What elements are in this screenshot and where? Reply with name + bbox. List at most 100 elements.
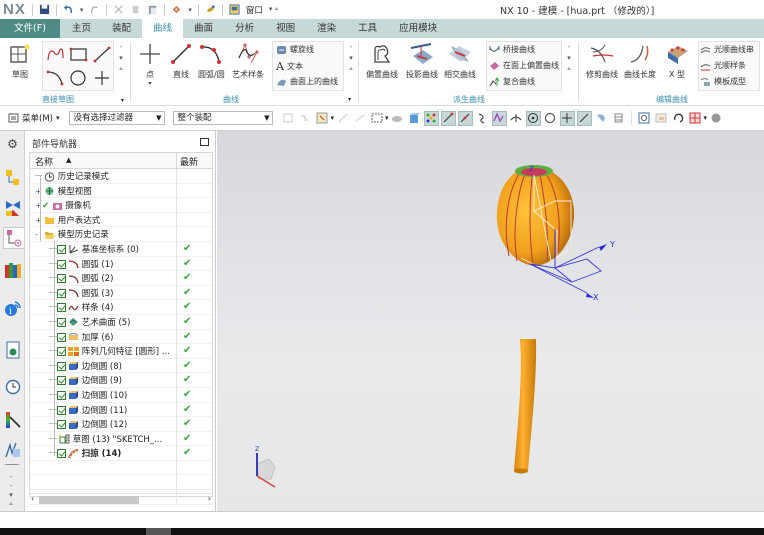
feature-checkbox[interactable] [57,405,66,415]
feature-checkbox[interactable] [57,259,66,269]
tree-row[interactable]: 扫掠 (14) ✔ [30,446,212,461]
tree-row[interactable]: 样条 (4) ✔ [30,300,212,315]
zoom-window-icon[interactable] [654,111,669,126]
undo-dropdown-icon[interactable]: ▾ [80,6,84,14]
dropdown-icon[interactable]: ▾ [330,114,334,122]
tree-row[interactable]: 圆弧 (1) ✔ [30,256,212,272]
sort-ascending-icon[interactable]: ▲ [66,156,71,164]
feature-checkbox[interactable] [57,317,66,327]
scroll-right-icon[interactable]: › [208,494,211,503]
tree-row[interactable]: 历史记录模式 [30,169,212,184]
line-small-icon[interactable] [93,46,111,63]
snap-circle-center-icon[interactable] [525,110,541,126]
tab-render[interactable]: 渲染 [306,19,347,38]
snap-midpoint-icon[interactable] [457,110,473,126]
tab-tools[interactable]: 工具 [347,19,388,38]
snap-endpoint-icon[interactable] [440,110,456,126]
window-dropdown-icon[interactable]: ▾ ⩡ [269,5,279,14]
tree-row[interactable]: 边倒圆 (8) ✔ [30,358,212,374]
copy-icon[interactable] [130,4,141,15]
general-selection-icon[interactable] [280,111,295,126]
dropdown-icon[interactable]: ▾ [188,6,192,14]
resource-bar-scroll[interactable]: - - ▾ ⩡ [9,473,13,509]
profile-icon[interactable] [47,48,64,61]
feature-checkbox[interactable] [57,420,66,430]
snap-quadrant-icon[interactable] [543,111,558,126]
feature-checkbox[interactable] [57,390,66,400]
render-style-icon[interactable] [708,111,723,126]
smooth-spline-button[interactable]: 光顺样条 [700,60,746,71]
resource-system-materials[interactable] [2,409,23,431]
feature-selection-icon[interactable] [297,111,312,126]
snap-intersection-icon[interactable] [491,110,507,126]
tab-file[interactable]: 文件(F) [0,19,60,38]
sketch-button[interactable]: 草图 [8,42,32,80]
text-button[interactable]: A 文本 [276,60,303,73]
template-shape-button[interactable]: 模板成型 [700,76,746,87]
redo-icon[interactable] [89,4,100,15]
tab-view[interactable]: 视图 [265,19,306,38]
resource-process-studio[interactable] [2,439,23,461]
repeat-command-icon[interactable] [205,4,216,15]
feature-checkbox[interactable] [57,449,66,459]
arc-circle-button[interactable]: 圆弧/圆 [198,42,225,80]
rectangle-icon[interactable] [69,47,88,62]
dropdown-icon[interactable]: ▾ [704,114,708,122]
feature-checkbox[interactable] [57,376,66,386]
touch-mode-icon[interactable] [171,4,182,15]
feature-checkbox[interactable] [57,347,66,357]
taskbar-item[interactable] [146,528,171,535]
tab-surface[interactable]: 曲面 [183,19,224,38]
select-body-icon[interactable] [352,111,367,126]
point-small-icon[interactable] [95,71,109,85]
feature-checkbox[interactable] [57,332,66,342]
resource-hd3d-tools[interactable]: i [2,297,23,319]
tree-row[interactable]: 加厚 (6) ✔ [30,329,212,345]
helix-button[interactable]: 螺旋线 [276,44,314,55]
scrollbar-thumb[interactable] [39,496,139,504]
tree-row[interactable]: + 模型视图 [30,183,212,199]
resource-bar-settings[interactable]: ⚙ [2,133,23,155]
offset-in-face-button[interactable]: 在面上偏置曲线 [489,60,559,71]
tree-row[interactable]: 圆弧 (3) ✔ [30,285,212,301]
snap-point-on-face-icon[interactable] [594,111,609,126]
paste-icon[interactable] [147,4,158,15]
maximize-icon[interactable] [200,138,209,146]
snap-arc-center-icon[interactable] [509,111,524,126]
resource-assembly-navigator[interactable] [2,167,23,189]
bridge-curve-button[interactable]: 桥接曲线 [489,44,535,55]
rotate-icon[interactable] [671,111,686,126]
model-view[interactable]: Z Y X Z [217,131,764,511]
menu-button[interactable]: 菜单(M) ▾ [8,112,59,124]
resource-part-navigator[interactable] [3,227,24,249]
group-more-icon[interactable]: ▾ [121,97,124,104]
resource-constraint-navigator[interactable] [2,197,23,219]
snap-bounded-grid-icon[interactable] [611,111,626,126]
sheet-body-icon[interactable] [390,111,405,126]
composite-curve-button[interactable]: 复合曲线 [489,76,535,87]
cut-icon[interactable] [113,4,124,15]
curve-length-button[interactable]: 曲线长度 [624,42,656,80]
group-more-icon-2[interactable]: ▾ [348,96,351,103]
snap-point-on-curve-icon[interactable] [576,110,592,126]
tree-row[interactable]: 边倒圆 (11) ✔ [30,402,212,418]
trim-curve-button[interactable]: 修剪曲线 [586,42,618,80]
scroll-left-icon[interactable]: ‹ [31,494,34,503]
tree-row[interactable]: 边倒圆 (12) ✔ [30,417,212,432]
arc-small-icon[interactable] [46,70,64,86]
feature-checkbox[interactable] [57,288,66,298]
tree-row[interactable]: - 模型历史记录 [30,227,212,242]
snap-points-toggle-icon[interactable] [423,110,439,126]
tab-assembly[interactable]: 装配 [101,19,142,38]
tree-row[interactable]: +✔ 摄像机 [30,198,212,213]
solid-body-icon[interactable] [407,111,422,126]
tab-analysis[interactable]: 分析 [224,19,265,38]
horizontal-scrollbar[interactable]: ‹ › [29,493,213,505]
tree-row[interactable]: 基准坐标系 (0) ✔ [30,241,212,257]
resource-history[interactable] [2,376,23,398]
studio-spline-button[interactable]: 艺术样条 [232,42,264,80]
tree-row[interactable]: 草图 (13) "SKETCH_... ✔ [30,431,212,447]
select-edge-icon[interactable] [335,111,350,126]
graphics-viewport[interactable]: Z Y X Z [217,131,764,511]
visible-check-icon[interactable]: ✔ [42,201,50,211]
